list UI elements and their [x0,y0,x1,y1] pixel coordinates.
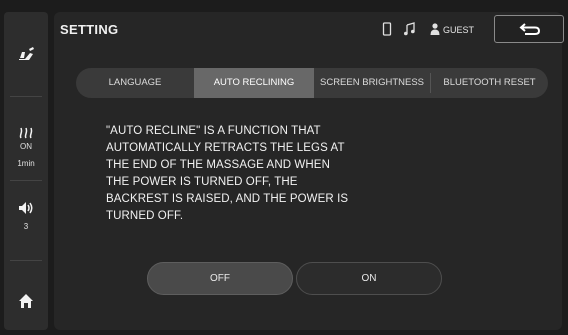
back-arrow-icon [519,23,541,35]
auto-recline-description: "AUTO RECLINE" IS A FUNCTION THAT AUTOMA… [106,123,406,225]
tab-screen-brightness[interactable]: SCREEN BRIGHTNESS [314,68,430,98]
phone-icon [382,22,392,38]
user-label: GUEST [443,25,475,35]
description-line: THE END OF THE MASSAGE AND WHEN [106,159,330,171]
on-button[interactable]: ON [296,262,442,295]
volume-level: 3 [23,222,29,231]
description-line: AUTOMATICALLY RETRACTS THE LEGS AT [106,142,345,154]
recline-chair-icon[interactable] [4,46,48,67]
speaker-icon[interactable] [4,201,48,220]
screen: ON 1min 3 SETTING GUEST LANGUAGE AUTO RE… [0,0,568,335]
tab-language[interactable]: LANGUAGE [76,68,194,98]
tab-auto-reclining[interactable]: AUTO RECLINING [194,68,314,98]
description-line: BACKREST IS RAISED, AND THE POWER IS [106,193,349,205]
heat-timer: 1min [17,159,35,168]
description-line: TURNED OFF. [106,210,184,222]
sidebar-divider [10,260,42,261]
home-icon[interactable] [4,293,48,314]
description-line: "AUTO RECLINE" IS A FUNCTION THAT [106,125,321,137]
heat-status: ON [20,142,32,151]
description-line: THE POWER IS TURNED OFF, THE [106,176,298,188]
sidebar-divider [10,96,42,97]
back-button[interactable] [494,15,564,43]
tab-bluetooth-reset[interactable]: BLUETOOTH RESET [431,68,548,98]
sidebar-divider [10,180,42,181]
page-title: SETTING [60,22,119,37]
settings-tab-bar: LANGUAGE AUTO RECLINING SCREEN BRIGHTNES… [76,68,548,98]
user-icon [430,22,440,38]
off-button[interactable]: OFF [147,262,293,295]
sidebar: ON 1min 3 [4,12,48,330]
music-note-icon [403,22,415,38]
